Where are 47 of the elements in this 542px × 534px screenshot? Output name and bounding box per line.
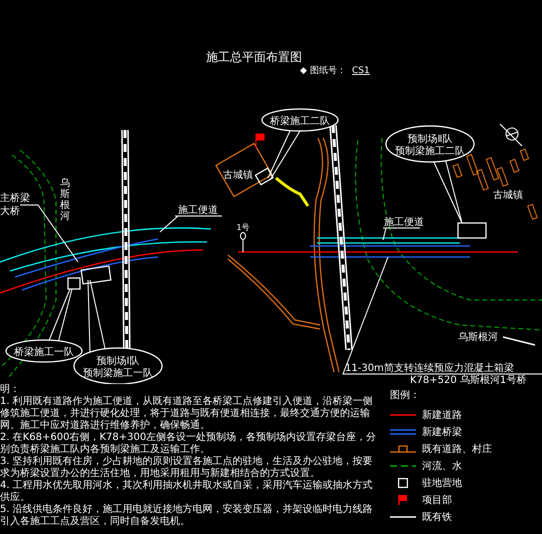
marker-drawing [240, 232, 246, 252]
road-label: 施工便道 [384, 217, 424, 228]
place-label: 乌斯根河 [458, 332, 498, 343]
drawing-number-label: ◆ 图纸号： [300, 66, 346, 76]
place-label: 主桥梁 [0, 193, 30, 204]
callout-label: 预制场Ⅰ队 [96, 356, 140, 367]
callout-label: 预制场Ⅱ队 [408, 134, 452, 145]
drawing-title: 施工总平面布置图 [206, 50, 302, 64]
legend-label: 新建道路 [422, 408, 462, 422]
camp-square [457, 222, 487, 239]
note-text: 4. 工程用水优先取用河水，其次利用抽水机井取水或自采，采用汽车运输或抽水方式供应。 [0, 480, 374, 504]
callout-label: 预制梁施工一队 [83, 368, 153, 379]
leader-line [160, 216, 222, 232]
legend-label: 驻地营地 [422, 476, 462, 490]
drawing-number: CS1 [352, 66, 370, 76]
flag-icon [398, 495, 408, 505]
square-icon [398, 478, 408, 488]
bridge-note: K78+520 乌斯根河1号桥 [410, 375, 526, 384]
place-label: 古城镇 [493, 190, 523, 201]
access-road [275, 176, 310, 207]
legend-label: 既有道路、村庄 [422, 442, 492, 456]
legend-title: 图例： [390, 389, 421, 402]
compass-icon [500, 124, 522, 146]
callout-label: 桥梁施工一队 [14, 347, 74, 358]
leader-line [382, 228, 420, 240]
place-label: 古城镇 [223, 170, 253, 181]
callout-label: 桥梁施工二队 [270, 116, 330, 127]
flag-icon [256, 134, 264, 148]
place-label: 大桥 [0, 206, 20, 217]
legend-label: 既有铁 [422, 511, 452, 524]
bridge-line-icon [390, 427, 416, 437]
notes-title: 明： [0, 384, 21, 396]
road-label: 施工便道 [178, 205, 218, 216]
legend-label: 河流、水 [422, 460, 462, 473]
note-text: 3. 坚持利用既有住房，少占耕地的原则设置各施工点的驻地，生活及办公驻地，按要求为桥梁设置办公的生活住地，用地采用租用与新建相结合的方式设置。 [0, 456, 374, 480]
place-label: 乌斯根河 [60, 178, 70, 222]
bridge-note: 11-30m简支转连续预应力混凝土箱梁 [345, 363, 514, 374]
legend-label: 新建桥梁 [422, 426, 462, 439]
village-outline [215, 142, 273, 198]
note-text: 2. 在K68+600右侧，K78+300左侧各设一处预制场，各预制场内设置存梁台座，分别负责桥梁施工队内各预制梁施工及运输工作。 [0, 432, 378, 456]
village-icon [390, 444, 416, 454]
note-text: 5. 沿线供电条件良好，施工用电就近接地方电网，安装变压器，并架设临时电力线路引入各施工工点及营区，同时自备发电机。 [0, 504, 374, 528]
leader-line [268, 130, 300, 180]
legend-label: 项目部 [422, 494, 452, 507]
marker-label: 1号 [236, 223, 250, 232]
note-text: 1. 利用既有道路作为施工便道，从既有道路至各桥梁工点修建引入便道，沿桥梁一侧修筑施工便道，并进行硬化处理，将于道路与既有便道相连接，最终交通方便的运输网。施工中应对道路进行维修养护，确保畅通。 [0, 396, 374, 432]
callout-label: 预制梁施工二队 [395, 146, 465, 157]
